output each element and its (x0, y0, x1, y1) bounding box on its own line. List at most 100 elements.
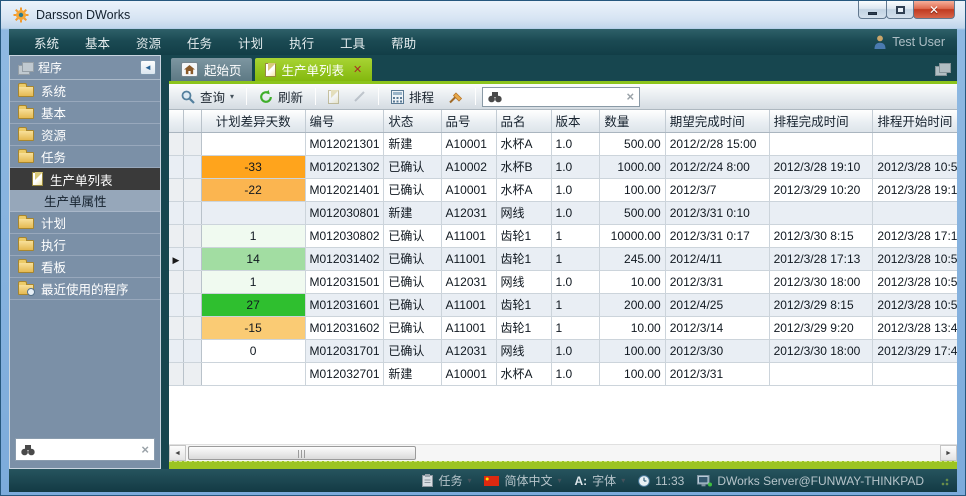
cell-qty[interactable]: 10000.00 (600, 224, 665, 247)
close-button[interactable]: ✕ (913, 1, 955, 19)
cell-order_no[interactable]: M012021301 (305, 132, 384, 155)
cell-qty[interactable]: 10.00 (600, 270, 665, 293)
cell-order_no[interactable]: M012030802 (305, 224, 384, 247)
cell-sched_start[interactable]: 2012/3/28 10:52 (873, 270, 957, 293)
cell-item_name[interactable]: 水杯A (496, 132, 551, 155)
cell-version[interactable]: 1.0 (551, 178, 600, 201)
cell-sched_start[interactable] (873, 201, 957, 224)
cell-diff[interactable]: 0 (201, 339, 305, 362)
cell-status[interactable]: 新建 (384, 132, 441, 155)
cell-qty[interactable]: 245.00 (600, 247, 665, 270)
cell-sched_finish[interactable]: 2012/3/28 17:13 (769, 247, 873, 270)
column-header-8[interactable]: 排程完成时间 (769, 110, 873, 132)
status-task[interactable]: 任务 ▾ (422, 472, 471, 489)
cell-sched_finish[interactable]: 2012/3/29 8:15 (769, 293, 873, 316)
cell-sched_start[interactable]: 2012/3/28 10:52 (873, 293, 957, 316)
cell-item_no[interactable]: A10001 (441, 178, 496, 201)
cell-version[interactable]: 1.0 (551, 362, 600, 385)
toolbar-search-input[interactable] (506, 90, 622, 104)
cell-item_name[interactable]: 水杯A (496, 362, 551, 385)
cell-qty[interactable]: 200.00 (600, 293, 665, 316)
restore-button[interactable] (886, 1, 914, 19)
cell-sched_finish[interactable]: 2012/3/29 9:20 (769, 316, 873, 339)
menu-item-2[interactable]: 资源 (123, 33, 174, 52)
cell-sched_finish[interactable]: 2012/3/30 18:00 (769, 270, 873, 293)
cell-diff[interactable]: 27 (201, 293, 305, 316)
table-row[interactable]: -15M012031602已确认A11001齿轮1110.002012/3/14… (169, 316, 957, 339)
status-font[interactable]: A: 字体 ▾ (575, 472, 626, 489)
cell-item_name[interactable]: 水杯B (496, 155, 551, 178)
tab-start-page[interactable]: 起始页 (171, 58, 252, 81)
sidebar-splitter[interactable] (161, 55, 169, 469)
menu-item-5[interactable]: 执行 (276, 33, 327, 52)
cell-item_name[interactable]: 网线 (496, 201, 551, 224)
cell-diff[interactable]: 1 (201, 224, 305, 247)
menu-item-4[interactable]: 计划 (225, 33, 276, 52)
cell-sched_start[interactable] (873, 132, 957, 155)
minimize-button[interactable] (858, 1, 887, 19)
sidebar-item-4[interactable]: 生产单列表 (10, 168, 160, 190)
cell-status[interactable]: 已确认 (384, 224, 441, 247)
cell-expected_finish[interactable]: 2012/3/31 0:17 (665, 224, 769, 247)
cell-item_no[interactable]: A12031 (441, 339, 496, 362)
cell-status[interactable]: 已确认 (384, 247, 441, 270)
status-language[interactable]: 简体中文 ▾ (484, 472, 561, 489)
sidebar-item-0[interactable]: 系统 (10, 80, 160, 102)
table-row[interactable]: ▶14M012031402已确认A11001齿轮11245.002012/4/1… (169, 247, 957, 270)
cell-status[interactable]: 已确认 (384, 270, 441, 293)
cell-item_name[interactable]: 网线 (496, 339, 551, 362)
cell-sched_start[interactable]: 2012/3/28 10:52 (873, 247, 957, 270)
sidebar-item-5[interactable]: 生产单属性 (10, 190, 160, 212)
cell-expected_finish[interactable]: 2012/2/24 8:00 (665, 155, 769, 178)
column-header-0[interactable]: 计划差异天数 (201, 110, 305, 132)
cell-item_no[interactable]: A11001 (441, 247, 496, 270)
sidebar-item-3[interactable]: 任务 (10, 146, 160, 168)
sidebar-search-clear-icon[interactable]: × (141, 442, 149, 457)
cell-sched_finish[interactable]: 2012/3/28 19:10 (769, 155, 873, 178)
cell-expected_finish[interactable]: 2012/3/31 0:10 (665, 201, 769, 224)
cell-version[interactable]: 1 (551, 247, 600, 270)
table-row[interactable]: 27M012031601已确认A11001齿轮11200.002012/4/25… (169, 293, 957, 316)
cell-item_no[interactable]: A10001 (441, 132, 496, 155)
cell-sched_start[interactable]: 2012/3/28 17:13 (873, 224, 957, 247)
cell-order_no[interactable]: M012032701 (305, 362, 384, 385)
table-row[interactable]: -22M012021401已确认A10001水杯A1.0100.002012/3… (169, 178, 957, 201)
cell-status[interactable]: 已确认 (384, 293, 441, 316)
table-row[interactable]: M012032701新建A10001水杯A1.0100.002012/3/31 (169, 362, 957, 385)
cell-sched_start[interactable]: 2012/3/28 19:10 (873, 178, 957, 201)
cell-diff[interactable]: 1 (201, 270, 305, 293)
cell-order_no[interactable]: M012021401 (305, 178, 384, 201)
cell-sched_start[interactable]: 2012/3/28 10:52 (873, 155, 957, 178)
sidebar-item-1[interactable]: 基本 (10, 102, 160, 124)
menu-item-0[interactable]: 系统 (21, 33, 72, 52)
cell-order_no[interactable]: M012031701 (305, 339, 384, 362)
cell-item_name[interactable]: 齿轮1 (496, 293, 551, 316)
table-row[interactable]: -33M012021302已确认A10002水杯B1.01000.002012/… (169, 155, 957, 178)
cell-sched_finish[interactable]: 2012/3/30 8:15 (769, 224, 873, 247)
cell-item_name[interactable]: 水杯A (496, 178, 551, 201)
cell-diff[interactable] (201, 362, 305, 385)
cell-qty[interactable]: 100.00 (600, 362, 665, 385)
cell-item_no[interactable]: A10001 (441, 362, 496, 385)
cell-order_no[interactable]: M012031601 (305, 293, 384, 316)
cell-expected_finish[interactable]: 2012/3/31 (665, 362, 769, 385)
cell-qty[interactable]: 100.00 (600, 178, 665, 201)
cell-item_name[interactable]: 网线 (496, 270, 551, 293)
column-header-3[interactable]: 品号 (441, 110, 496, 132)
scroll-right-icon[interactable]: ► (940, 445, 957, 461)
cell-sched_finish[interactable] (769, 132, 873, 155)
cell-item_no[interactable]: A11001 (441, 224, 496, 247)
cell-item_no[interactable]: A10002 (441, 155, 496, 178)
cell-order_no[interactable]: M012031602 (305, 316, 384, 339)
scroll-left-icon[interactable]: ◄ (169, 445, 186, 461)
table-row[interactable]: M012030801新建A12031网线1.0500.002012/3/31 0… (169, 201, 957, 224)
cell-item_no[interactable]: A11001 (441, 316, 496, 339)
menu-item-7[interactable]: 帮助 (378, 33, 429, 52)
edit-button[interactable] (347, 88, 372, 105)
cell-expected_finish[interactable]: 2012/3/31 (665, 270, 769, 293)
cell-expected_finish[interactable]: 2012/4/25 (665, 293, 769, 316)
cell-qty[interactable]: 500.00 (600, 201, 665, 224)
cell-status[interactable]: 已确认 (384, 178, 441, 201)
table-row[interactable]: 0M012031701已确认A12031网线1.0100.002012/3/30… (169, 339, 957, 362)
cell-item_no[interactable]: A12031 (441, 270, 496, 293)
